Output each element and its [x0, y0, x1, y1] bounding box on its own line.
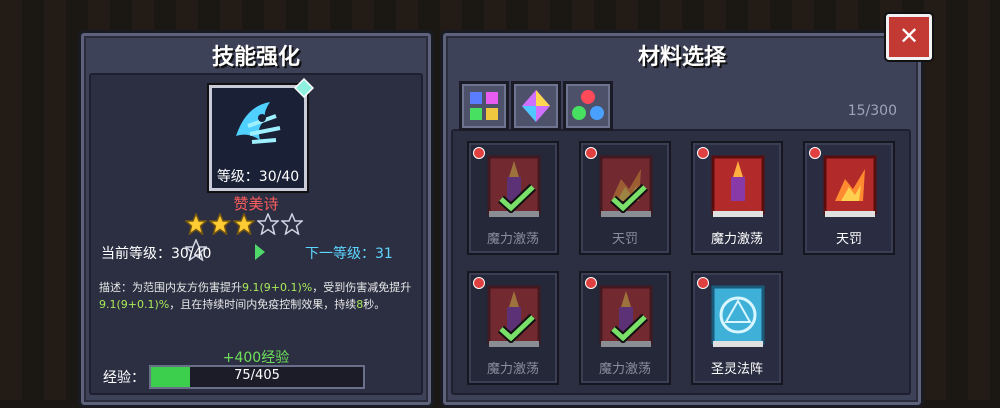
- judgment-book-icon: [823, 155, 877, 217]
- star-filled-icon: [233, 213, 255, 235]
- desc-text: ，受到伤害减免提升: [312, 281, 412, 294]
- check-icon: [497, 183, 537, 213]
- arrow-right-icon: [255, 244, 265, 260]
- skill-upgrade-panel: 技能强化 等级：30/40 赞美诗 当前等级：30/40 下一等级：31 描述：…: [78, 30, 434, 408]
- skill-name: 赞美诗: [233, 195, 279, 213]
- skill-level: 等级：30/40: [216, 169, 300, 185]
- material-card-name: 天罚: [835, 232, 862, 247]
- skill-description: 描述：为范围内友方伤害提升9.1(9+0.1)%，受到伤害减免提升9.1(9+0…: [99, 279, 419, 313]
- desc-text: ，且在持续时间内免疫控制效果，持续: [169, 298, 357, 311]
- xp-progress-text: 75/405: [234, 368, 280, 383]
- new-dot-icon: [473, 147, 485, 159]
- desc-highlight: 9.1(9+0.1)%: [99, 298, 170, 311]
- xp-progress-bar: 75/405: [149, 365, 365, 389]
- panel-title: 材料选择: [637, 45, 726, 70]
- orbs-tab-icon: [572, 90, 604, 120]
- new-dot-icon: [809, 147, 821, 159]
- check-icon: [609, 313, 649, 343]
- material-card-name: 魔力激荡: [486, 362, 539, 377]
- xp-gain: +400经验: [222, 350, 290, 366]
- new-dot-icon: [473, 277, 485, 289]
- grid-tab-icon: [470, 92, 498, 120]
- material-card-name: 圣灵法阵: [710, 362, 763, 377]
- desc-text: 描述：为范围内友方伤害提升: [99, 281, 242, 294]
- gem-icon: [294, 78, 314, 98]
- material-card-name: 魔力激荡: [710, 232, 763, 247]
- material-count: 15/300: [847, 103, 897, 119]
- star-filled-icon: [185, 213, 207, 235]
- new-dot-icon: [697, 277, 709, 289]
- material-card-name: 魔力激荡: [598, 362, 651, 377]
- check-icon: [609, 183, 649, 213]
- star-empty-icon: [257, 213, 279, 235]
- check-icon: [497, 313, 537, 343]
- material-card[interactable]: 魔力激荡: [467, 271, 559, 385]
- material-card-name: 天罚: [611, 232, 638, 247]
- material-card[interactable]: 天罚: [579, 141, 671, 255]
- material-select-panel: 材料选择 15/300 魔力激荡 天罚 魔力激荡 天罚 魔力激荡 魔力激荡 圣灵法阵: [440, 30, 924, 408]
- tab-orbs[interactable]: [563, 81, 613, 131]
- material-card[interactable]: 天罚: [803, 141, 895, 255]
- hymn-skill-icon: [236, 102, 281, 144]
- gem-tab-icon: [522, 90, 550, 122]
- material-card-name: 魔力激荡: [486, 232, 539, 247]
- close-icon: ✕: [898, 22, 920, 50]
- mana-surge-book-icon: [711, 155, 765, 217]
- new-dot-icon: [585, 147, 597, 159]
- material-card[interactable]: 魔力激荡: [579, 271, 671, 385]
- material-card[interactable]: 魔力激荡: [467, 141, 559, 255]
- tab-grid[interactable]: [459, 81, 509, 131]
- close-button[interactable]: ✕: [886, 14, 932, 60]
- star-filled-icon: [209, 213, 231, 235]
- current-level: 当前等级：30/40: [101, 246, 212, 262]
- material-card[interactable]: 圣灵法阵: [691, 271, 783, 385]
- holy-circle-book-icon: [711, 285, 765, 347]
- desc-text: 秒。: [363, 298, 386, 311]
- skill-icon-frame[interactable]: 等级：30/40: [209, 78, 314, 191]
- star-empty-icon: [281, 213, 303, 235]
- material-card[interactable]: 魔力激荡: [691, 141, 783, 255]
- new-dot-icon: [697, 147, 709, 159]
- next-level: 下一等级：31: [305, 246, 393, 262]
- panel-title: 技能强化: [211, 45, 300, 70]
- star-rating: [185, 213, 325, 261]
- new-dot-icon: [585, 277, 597, 289]
- desc-highlight: 9.1(9+0.1)%: [242, 281, 313, 294]
- tab-gem[interactable]: [511, 81, 561, 131]
- xp-label: 经验：: [103, 370, 145, 386]
